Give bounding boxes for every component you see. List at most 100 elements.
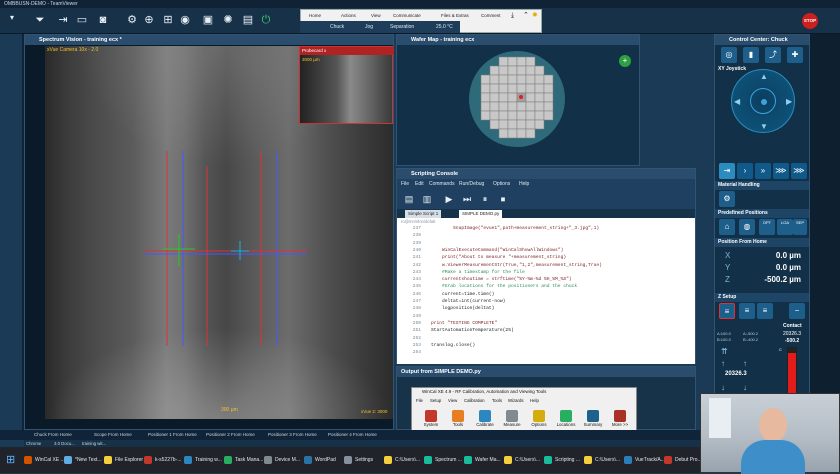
download-icon[interactable]: ⤓ — [511, 12, 514, 20]
filter-icon[interactable]: ⏷ — [32, 12, 48, 28]
eye-icon[interactable]: ◉ — [177, 12, 193, 28]
code-line[interactable]: #Make a timestamp for the file — [431, 270, 525, 275]
arm-button[interactable]: ⤴ — [765, 47, 781, 63]
windows-start-icon[interactable]: ⊞ — [6, 454, 18, 466]
status-positioner-1[interactable]: Positioner 1 From Home — [148, 430, 197, 440]
wincal-calibrate-button[interactable]: Calibrate — [474, 410, 496, 427]
menu-help[interactable]: Help — [519, 179, 529, 189]
run-icon[interactable]: ▶ — [441, 191, 457, 207]
code-line[interactable]: deltat=int(current-now) — [431, 299, 505, 304]
taskbar-item[interactable]: WinCal XE ... — [24, 452, 65, 468]
taskbar-item[interactable]: Training w... — [184, 452, 222, 468]
joystick-up-icon[interactable]: ▲ — [760, 72, 768, 81]
material-handling-button[interactable]: ⚙ — [719, 191, 735, 207]
status-scope[interactable]: Scope From Home — [94, 430, 132, 440]
taskbar-item[interactable]: Spectrum ... — [424, 452, 462, 468]
camera-icon[interactable]: ◙ — [95, 12, 111, 28]
z-step-down-icon[interactable]: ↓ — [721, 383, 725, 392]
taskbar-item[interactable]: Task Mana... — [224, 452, 263, 468]
status-positioner-2[interactable]: Positioner 2 From Home — [206, 430, 255, 440]
code-line[interactable]: current=time.time() — [431, 292, 494, 297]
jog-label[interactable]: Jog — [365, 22, 373, 32]
stop-button[interactable]: STOP — [802, 13, 818, 29]
sep-position-button[interactable]: SEP — [793, 219, 807, 235]
code-line[interactable]: #Grab locations for the positioners and … — [431, 284, 577, 289]
settings-icon[interactable]: ⚙ — [124, 12, 140, 28]
ribbon-comment[interactable]: Comment — [481, 12, 501, 20]
strip-training[interactable]: training wit... — [82, 440, 106, 447]
menu-run-debug[interactable]: Run/Debug — [459, 179, 484, 189]
joystick-down-icon[interactable]: ▼ — [760, 122, 768, 131]
tab-simple-demo[interactable]: SIMPLE DEMO.py — [459, 210, 503, 218]
wafer-add-icon[interactable]: + — [619, 55, 631, 67]
z-up-button[interactable]: ≡ — [719, 303, 735, 319]
ribbon-files[interactable]: Files & Extras — [441, 12, 469, 20]
wincal-menu-tools[interactable]: Tools — [492, 398, 502, 403]
wincal-menu-help[interactable]: Help — [530, 398, 539, 403]
code-line[interactable]: print "TESTING COMPLETE" — [431, 321, 497, 326]
save-icon[interactable]: ▥ — [419, 191, 435, 207]
open-icon[interactable]: ▤ — [401, 191, 417, 207]
status-positioner-4[interactable]: Positioner 4 From Home — [328, 430, 377, 440]
code-line[interactable]: currentshoutime = strftime("%Y-%m-%d %H_… — [431, 277, 572, 282]
step-icon[interactable]: ⏭ — [459, 191, 475, 207]
wincal-menu-view[interactable]: View — [448, 398, 457, 403]
menu-commands[interactable]: Commands — [429, 179, 455, 189]
pause-icon[interactable]: ⏸ — [477, 191, 493, 207]
menu-options[interactable]: Options — [493, 179, 510, 189]
monitor-icon[interactable]: ▤ — [240, 12, 256, 28]
status-chuck[interactable]: Chuck From Home — [34, 430, 72, 440]
taskbar-item[interactable]: Wafer Ma... — [464, 452, 501, 468]
login-icon[interactable]: ⇥ — [55, 12, 71, 28]
step-three-button[interactable]: ⋙ — [773, 163, 789, 179]
code-line[interactable]: StartAutomationTemperature(25) — [431, 328, 514, 333]
globe-icon[interactable]: ⊕ — [141, 12, 157, 28]
opt-position-button[interactable]: OPT — [759, 219, 775, 235]
code-line[interactable]: w.ViewerMeasurementStr(True,"1,2",measur… — [431, 263, 602, 268]
code-line[interactable]: logposition(deltat) — [431, 306, 494, 311]
tool-button[interactable]: ✚ — [787, 47, 803, 63]
taskbar-item[interactable]: C:\Users\... — [384, 452, 420, 468]
taskbar-item[interactable]: k-s5227b-... — [144, 452, 181, 468]
z-step-up-icon-2[interactable]: ↑ — [743, 359, 747, 368]
code-line[interactable]: translog.close() — [431, 343, 475, 348]
light-icon[interactable]: ✺ — [220, 12, 236, 28]
joystick-mode-button[interactable]: ◎ — [721, 47, 737, 63]
strip-chrome[interactable]: Chrome — [26, 440, 41, 447]
z-down-button[interactable]: ≡ — [757, 303, 773, 319]
wafer-map[interactable] — [469, 51, 565, 147]
chip-icon[interactable]: ▣ — [200, 12, 216, 28]
ribbon-home[interactable]: Home — [309, 12, 321, 20]
wincal-options-button[interactable]: Options — [528, 410, 550, 427]
wincal-locations-button[interactable]: Locations — [555, 410, 577, 427]
wincal-menu-calibration[interactable]: Calibration — [464, 398, 485, 403]
z-mid-button[interactable]: ≡ — [739, 303, 755, 319]
step-four-button[interactable]: ⋙ — [791, 163, 807, 179]
power-icon[interactable]: ⏻ — [258, 12, 274, 28]
code-editor[interactable]: ro@mn/sfon/defalt 237 SnapImage("evue1",… — [397, 218, 695, 364]
menu-icon[interactable]: ▾ — [4, 10, 20, 26]
taskbar-item[interactable]: VueTrack/A... — [624, 452, 665, 468]
separation-label[interactable]: Separation — [390, 22, 414, 32]
probe-button[interactable]: ▮ — [743, 47, 759, 63]
wincal-summary-button[interactable]: Summary — [582, 410, 604, 427]
chuck-label[interactable]: Chuck — [330, 22, 344, 32]
z-up-icon[interactable]: ⇈ — [721, 347, 728, 356]
sun-icon[interactable]: ✹ — [532, 12, 538, 20]
xy-joystick[interactable]: ▲ ▼ ◀ ▶ — [731, 69, 795, 133]
taskbar-item[interactable]: *New Text... — [64, 452, 102, 468]
status-positioner-3[interactable]: Positioner 3 From Home — [268, 430, 317, 440]
code-line[interactable]: print("About to measure "+measurement_st… — [431, 255, 566, 260]
wafer-position-button[interactable]: ◍ — [739, 219, 755, 235]
collapse-icon[interactable]: ⌃ — [523, 12, 529, 20]
wincal-tools-button[interactable]: Tools — [447, 410, 469, 427]
taskbar-item[interactable]: C:\Users\... — [584, 452, 620, 468]
step-two-button[interactable]: » — [755, 163, 771, 179]
ribbon-view[interactable]: View — [371, 12, 381, 20]
wincal-measure-button[interactable]: Measure — [501, 410, 523, 427]
wincal-system-button[interactable]: System — [420, 410, 442, 427]
code-line[interactable]: WinCalExecuteCommand("WinCalShowAllWindo… — [431, 248, 563, 253]
step-one-button[interactable]: › — [737, 163, 753, 179]
loa-position-button[interactable]: LOA — [777, 219, 793, 235]
window-icon[interactable]: ▭ — [74, 12, 90, 28]
